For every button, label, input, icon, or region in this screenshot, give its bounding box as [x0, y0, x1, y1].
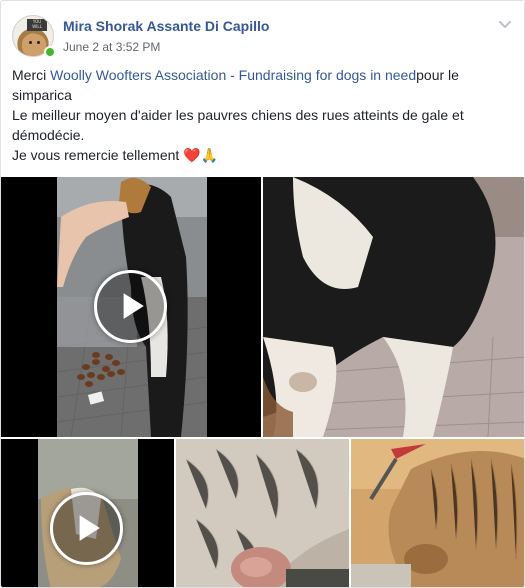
post-timestamp[interactable]: June 2 at 3:52 PM: [63, 40, 160, 54]
photo-1-image: [263, 177, 524, 437]
media-grid: [1, 177, 524, 587]
post-card: YOU WILL Mira Shorak Assante Di Capillo J…: [0, 0, 525, 588]
post-header: YOU WILL Mira Shorak Assante Di Capillo J…: [12, 15, 514, 61]
play-icon[interactable]: [50, 492, 123, 565]
text-line-2: Le meilleur moyen d'aider les pauvres ch…: [12, 107, 464, 143]
photo-2-image: [176, 439, 349, 587]
play-icon[interactable]: [94, 270, 167, 343]
media-video-2[interactable]: [1, 439, 174, 587]
heart-emoji: ❤️: [183, 147, 201, 163]
avatar-sign: YOU WILL: [27, 19, 47, 31]
media-photo-2[interactable]: [176, 439, 349, 587]
author-name[interactable]: Mira Shorak Assante Di Capillo: [63, 18, 269, 34]
avatar-dog: [22, 34, 46, 56]
association-link[interactable]: Woolly Woofters Association - Fundraisin…: [50, 67, 416, 83]
media-photo-1[interactable]: [263, 177, 524, 437]
chevron-down-icon[interactable]: [498, 17, 512, 31]
post-text: Merci Woolly Woofters Association - Fund…: [12, 65, 512, 165]
avatar-eye: [29, 41, 32, 44]
text-prefix: Merci: [12, 67, 51, 83]
media-video-1[interactable]: [1, 177, 261, 437]
text-line-3: Je vous remercie tellement: [12, 147, 184, 163]
pray-emoji: 🙏: [200, 147, 219, 163]
online-status-icon: [44, 46, 56, 58]
photo-3-image: [351, 439, 524, 587]
avatar-eye: [37, 41, 40, 44]
media-photo-3[interactable]: [351, 439, 524, 587]
